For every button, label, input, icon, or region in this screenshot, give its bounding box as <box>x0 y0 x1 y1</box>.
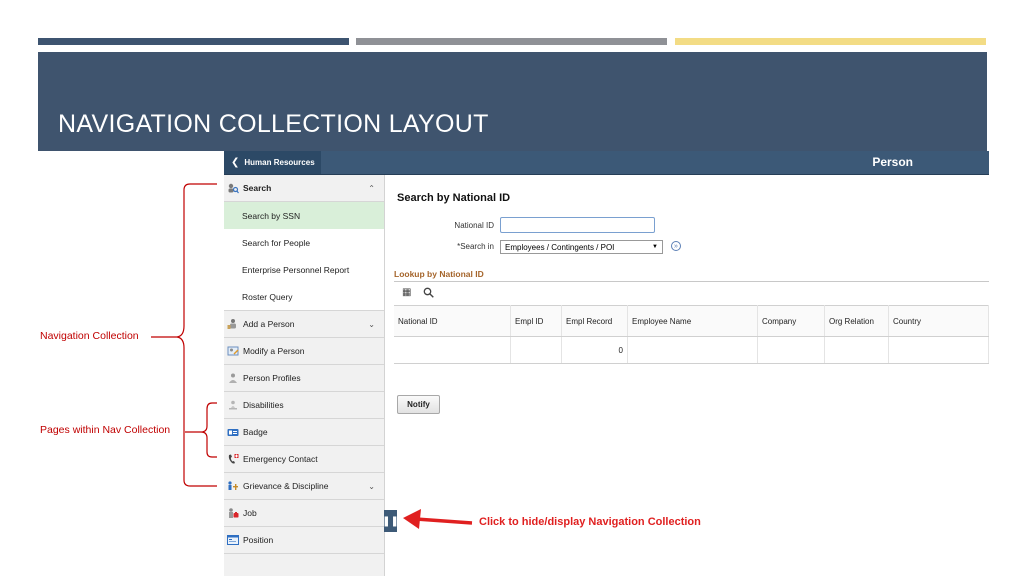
annotation-pages-within-nav: Pages within Nav Collection <box>40 424 171 436</box>
annotation-navigation-collection: Navigation Collection <box>40 330 139 342</box>
red-arrow-icon <box>403 509 473 529</box>
annotation-hide-display: Click to hide/display Navigation Collect… <box>479 516 701 528</box>
pages-bracket <box>185 402 217 458</box>
annotation-overlay <box>151 183 473 529</box>
